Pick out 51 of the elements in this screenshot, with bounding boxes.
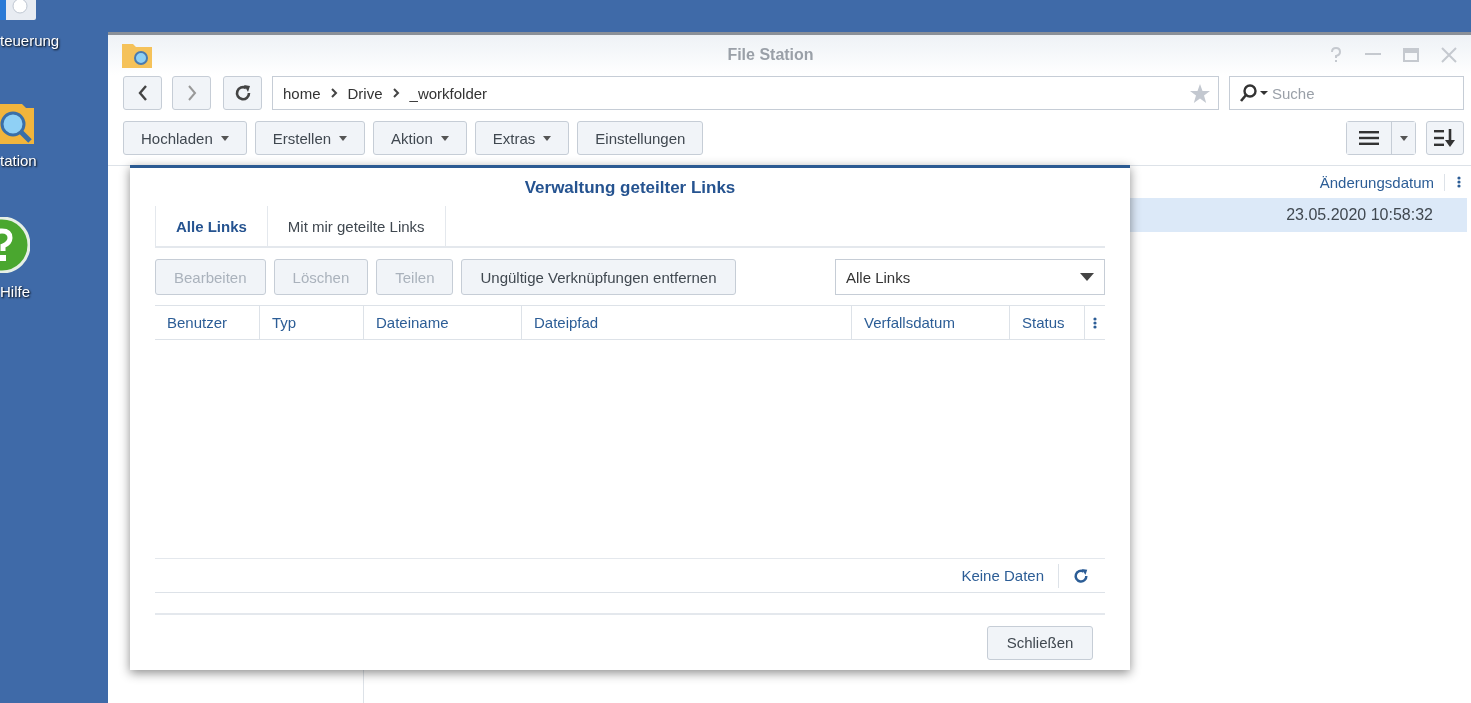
folder-search-icon <box>122 42 152 68</box>
chevron-icon <box>392 88 400 98</box>
column-header[interactable]: Status <box>1010 306 1085 339</box>
column-header[interactable]: Typ <box>260 306 364 339</box>
tab[interactable]: Mit mir geteilte Links <box>266 206 446 246</box>
toolbar-button[interactable]: Aktion <box>373 121 467 155</box>
desktop-icon-label[interactable]: Hilfe <box>0 283 30 300</box>
path-field[interactable]: home Drive _workfolder <box>272 76 1219 110</box>
toolbar-button[interactable]: Extras <box>474 121 570 155</box>
sort-button[interactable] <box>1426 121 1464 155</box>
search-field[interactable]: Suche <box>1229 76 1464 110</box>
window-title: File Station <box>726 46 815 64</box>
view-dropdown-button[interactable] <box>1391 122 1415 154</box>
sort-icon <box>1434 129 1456 147</box>
path-segment[interactable]: _workfolder <box>409 84 488 102</box>
caret-icon <box>1080 273 1094 281</box>
search-icon <box>1239 84 1269 102</box>
column-header[interactable]: Benutzer <box>155 306 260 339</box>
toolbar-button[interactable]: Erstellen <box>254 121 366 155</box>
dialog-title: Verwaltung geteilter Links <box>523 177 737 199</box>
close-button[interactable]: Schließen <box>987 625 1093 660</box>
star-icon[interactable] <box>1190 83 1210 103</box>
control-panel-icon[interactable] <box>0 0 36 20</box>
filter-value: Alle Links <box>846 268 911 286</box>
modified-date: 23.05.2020 10:58:32 <box>1286 206 1433 224</box>
back-button[interactable] <box>123 76 162 110</box>
path-segment[interactable]: home <box>283 84 321 102</box>
list-icon <box>1359 131 1379 145</box>
refresh-button[interactable] <box>223 76 262 110</box>
filter-dropdown[interactable]: Alle Links <box>835 259 1105 295</box>
column-header[interactable]: Dateipfad <box>522 306 852 339</box>
refresh-icon[interactable] <box>1073 567 1089 584</box>
desktop-icon-label[interactable]: teuerung <box>0 32 60 49</box>
more-icon[interactable] <box>1093 316 1097 329</box>
caret-icon <box>1399 135 1408 141</box>
chevron-right-icon <box>186 85 197 101</box>
chevron-left-icon <box>137 85 148 101</box>
column-header[interactable]: Dateiname <box>364 306 522 339</box>
status-text: Keine Daten <box>961 567 1044 584</box>
more-icon[interactable] <box>1457 176 1461 188</box>
column-header[interactable]: Verfallsdatum <box>852 306 1010 339</box>
column-header[interactable]: Änderungsdatum <box>1319 173 1445 191</box>
help-icon[interactable] <box>0 217 30 273</box>
toolbar-button[interactable]: Hochladen <box>123 121 247 155</box>
refresh-icon <box>233 84 252 102</box>
tab[interactable]: Alle Links <box>155 206 267 246</box>
action-button[interactable]: Ungültige Verknüpfungen entfernen <box>461 259 736 295</box>
toolbar-button[interactable]: Einstellungen <box>577 121 704 155</box>
desktop-icon-label[interactable]: tation <box>0 152 37 169</box>
path-segment[interactable]: Drive <box>347 84 383 102</box>
chevron-icon <box>330 88 338 98</box>
